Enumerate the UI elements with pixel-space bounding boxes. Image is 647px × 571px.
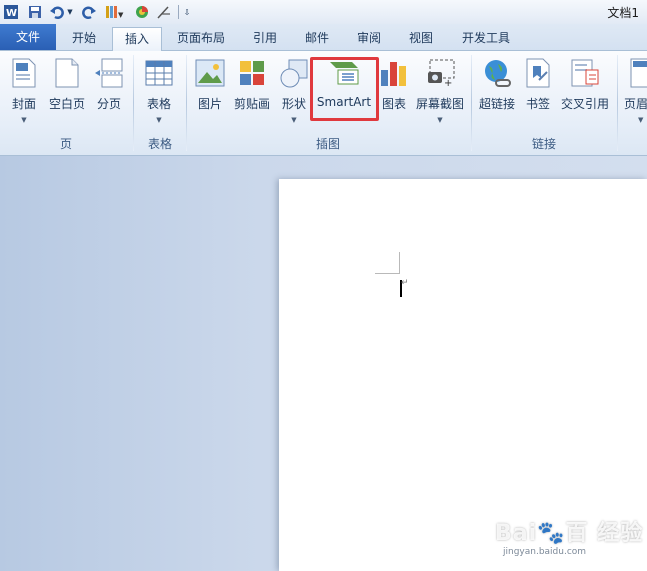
tab-review[interactable]: 审阅: [344, 27, 394, 49]
chevron-down-icon: ▼: [638, 116, 644, 124]
bookmark-icon: [522, 57, 554, 89]
customize-qat-icon[interactable]: ⇩: [182, 3, 192, 21]
tab-insert[interactable]: 插入: [112, 27, 162, 52]
redo-icon[interactable]: [80, 3, 98, 21]
tab-file[interactable]: 文件: [0, 24, 56, 50]
clip-art-label: 剪贴画: [233, 97, 270, 111]
picture-button[interactable]: 图片: [192, 55, 228, 129]
picture-icon: [194, 57, 226, 89]
dropdown-arrow-icon[interactable]: ▼: [66, 3, 74, 21]
page-break-label: 分页: [96, 97, 121, 111]
bookmark-button[interactable]: 书签: [522, 55, 554, 129]
svg-text:W: W: [6, 8, 17, 19]
cross-reference-button[interactable]: 交叉引用: [558, 55, 612, 129]
chart-button[interactable]: 图表: [378, 55, 410, 129]
group-label-page: 页: [59, 137, 72, 151]
chevron-down-icon: ▼: [437, 116, 443, 124]
tab-references[interactable]: 引用: [240, 27, 290, 49]
chart-icon: [378, 57, 410, 89]
shapes-label: 形状: [281, 97, 306, 111]
tab-view[interactable]: 视图: [396, 27, 446, 49]
hyperlink-button[interactable]: 超链接: [476, 55, 518, 129]
globe-link-icon: [481, 57, 513, 89]
blank-page-icon: [51, 57, 83, 89]
smartart-highlight-box: [310, 57, 379, 121]
format-painter-icon[interactable]: ▼: [102, 3, 128, 21]
chevron-down-icon: ▼: [156, 116, 162, 124]
chevron-down-icon: ▼: [291, 116, 297, 124]
screenshot-icon: +: [424, 57, 456, 89]
undo-icon[interactable]: [48, 3, 66, 21]
cover-page-label: 封面: [11, 97, 36, 111]
picture-label: 图片: [197, 97, 222, 111]
table-label: 表格: [146, 97, 171, 111]
tab-page-layout[interactable]: 页面布局: [166, 27, 236, 49]
chevron-down-icon: ▼: [21, 116, 27, 124]
clip-art-icon: [236, 57, 268, 89]
tab-developer[interactable]: 开发工具: [450, 27, 522, 49]
shapes-icon: [278, 57, 310, 89]
header-button[interactable]: 页眉 ▼: [624, 55, 647, 129]
group-label-table: 表格: [147, 137, 172, 151]
group-label-links: 链接: [531, 137, 556, 151]
header-label: 页眉: [624, 97, 647, 111]
screenshot-button[interactable]: + 屏幕截图 ▼: [412, 55, 468, 129]
document-page[interactable]: ↵: [279, 179, 647, 571]
document-canvas[interactable]: ↵: [0, 156, 647, 571]
hyperlink-label: 超链接: [478, 97, 515, 111]
screenshot-label: 屏幕截图: [415, 97, 464, 111]
word-logo-icon[interactable]: W: [2, 3, 20, 21]
cover-page-button[interactable]: 封面 ▼: [4, 55, 44, 129]
svg-text:+: +: [444, 78, 452, 88]
cross-reference-label: 交叉引用: [560, 97, 609, 111]
shapes-button[interactable]: 形状 ▼: [276, 55, 312, 129]
group-label-illustration: 插图: [315, 137, 340, 151]
svg-text:▼: ▼: [118, 11, 124, 19]
color-icon[interactable]: [134, 3, 150, 21]
paragraph-mark: ↵: [401, 278, 409, 288]
tab-mailings[interactable]: 邮件: [292, 27, 342, 49]
margin-corner-mark: [399, 252, 400, 274]
blank-page-label: 空白页: [48, 97, 85, 111]
clip-art-button[interactable]: 剪贴画: [232, 55, 272, 129]
ribbon-tabs: 文件 开始 插入 页面布局 引用 邮件 审阅 视图 开发工具: [0, 24, 647, 52]
cover-page-icon: [8, 57, 40, 89]
bookmark-label: 书签: [525, 97, 550, 111]
chart-label: 图表: [381, 97, 406, 111]
margin-corner-mark: [375, 273, 399, 274]
page-break-button[interactable]: 分页: [92, 55, 126, 129]
group-separator: [617, 55, 618, 151]
cross-reference-icon: [569, 57, 601, 89]
baidu-watermark: Bai🐾百 经验 jingyan.baidu.com: [495, 515, 645, 567]
quick-access-toolbar: W ▼ ▼ ⇩ 文档1: [0, 0, 647, 24]
table-button[interactable]: 表格 ▼: [140, 55, 178, 129]
watermark-url: jingyan.baidu.com: [503, 547, 587, 557]
blank-page-button[interactable]: 空白页: [46, 55, 88, 129]
clear-format-icon[interactable]: [155, 3, 173, 21]
table-icon: [143, 57, 175, 89]
ribbon-panel: 封面 ▼ 空白页 分页 页 表格 ▼ 表格 图片 剪贴画 形状 ▼ SmartA…: [0, 51, 647, 156]
save-icon[interactable]: [26, 3, 44, 21]
page-break-icon: [93, 57, 125, 89]
watermark-brand: Bai🐾百 经验: [495, 521, 644, 546]
tab-home[interactable]: 开始: [58, 27, 110, 49]
document-title: 文档1: [607, 6, 639, 20]
qat-separator: [178, 5, 179, 19]
header-icon: [624, 57, 647, 89]
